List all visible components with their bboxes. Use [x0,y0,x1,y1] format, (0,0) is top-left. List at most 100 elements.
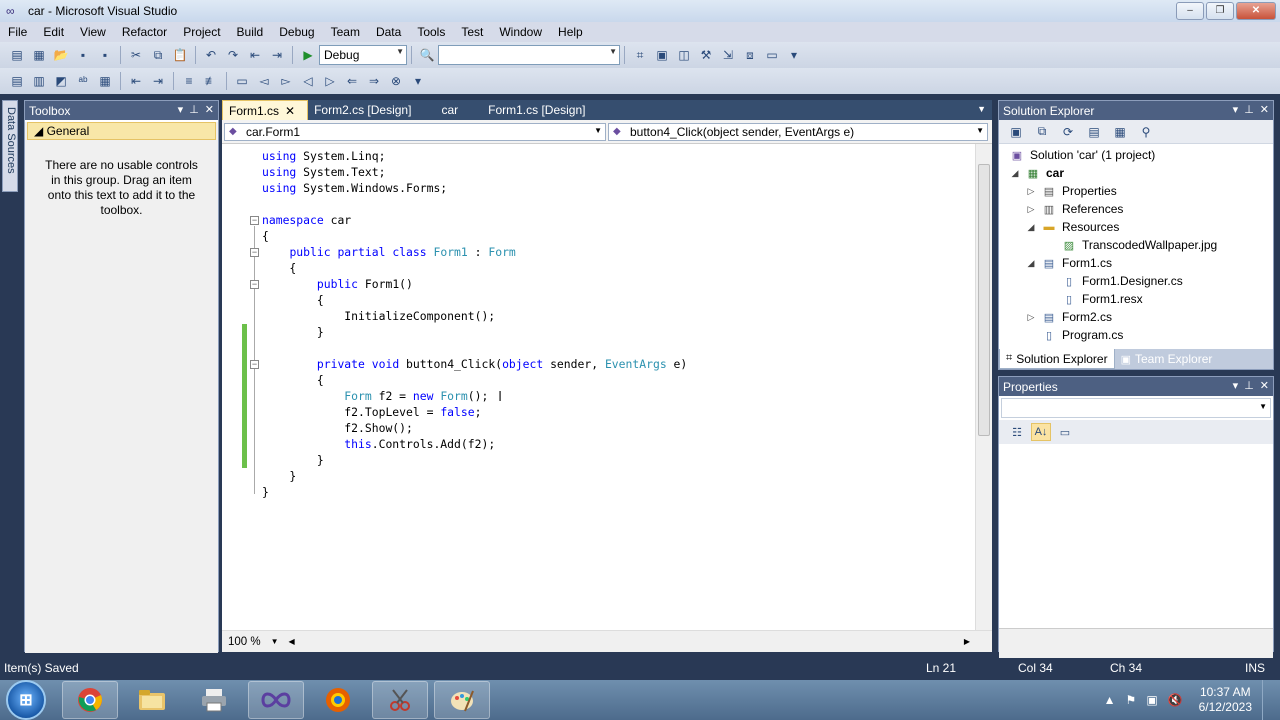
tab-car[interactable]: car [423,100,470,120]
menu-data[interactable]: Data [368,25,409,39]
find-combo[interactable]: ▼ [438,45,620,65]
display-word-completion-icon[interactable]: ᵃᵇ [72,71,94,91]
next-bookmark-in-document-icon[interactable]: ⇒ [363,71,385,91]
previous-bookmark-in-document-icon[interactable]: ⇐ [341,71,363,91]
menu-view[interactable]: View [72,25,114,39]
expand-icon[interactable]: ▷ [1025,204,1037,215]
expand-icon[interactable]: ▷ [1025,312,1037,323]
copy-icon[interactable]: ⧉ [147,45,169,65]
members-combo[interactable]: ◆ button4_Click(object sender, EventArgs… [608,122,988,141]
vertical-scrollbar[interactable] [975,144,992,630]
types-combo[interactable]: ◆ car.Form1 ▼ [224,122,606,141]
firefox-icon[interactable] [310,681,366,719]
close-icon[interactable]: ✕ [205,103,214,116]
auto-hide-pin-icon[interactable]: ⊥ [1244,103,1254,116]
navigate-backward-icon[interactable]: ⇤ [244,45,266,65]
auto-hide-pin-icon[interactable]: ⊥ [1244,379,1254,392]
toolbar-options-icon[interactable]: ▾ [407,71,429,91]
start-button[interactable]: ⊞ [6,680,46,720]
snipping-tool-icon[interactable] [372,681,428,719]
next-bookmark-in-folder-icon[interactable]: ▷ [319,71,341,91]
view-designer-icon[interactable]: ▦ [1109,122,1131,142]
cut-icon[interactable]: ✂ [125,45,147,65]
tab-form1-design[interactable]: Form1.cs [Design] [470,100,597,120]
window-position-icon[interactable]: ▾ [178,103,184,116]
save-icon[interactable]: ▪ [72,45,94,65]
toolbox-group-general[interactable]: ◢ General [27,122,216,140]
printer-icon[interactable] [186,681,242,719]
toolbar-options-icon[interactable]: ▾ [783,45,805,65]
tree-item-form1[interactable]: ◢ ▤ Form1.cs [1025,254,1112,272]
active-files-dropdown-icon[interactable]: ▼ [977,104,986,114]
display-parameter-info-icon[interactable]: ▥ [28,71,50,91]
collapse-class-icon[interactable]: − [250,248,259,257]
tab-form1-cs[interactable]: Form1.cs ✕ [222,100,309,120]
tab-solution-explorer[interactable]: ⌗ Solution Explorer [999,349,1115,369]
property-pages-icon[interactable]: ▭ [1055,423,1075,441]
object-select[interactable]: ▼ [1001,398,1271,418]
action-center-icon[interactable]: ⚑ [1126,693,1137,707]
toolbox-icon[interactable]: ⚒ [695,45,717,65]
add-item-icon[interactable]: ▦ [28,45,50,65]
comment-out-icon[interactable]: ≡ [178,71,200,91]
menu-window[interactable]: Window [491,25,550,39]
open-file-icon[interactable]: 📂 [50,45,72,65]
close-icon[interactable]: ✕ [285,104,295,118]
display-object-member-list-icon[interactable]: ▤ [6,71,28,91]
command-window-icon[interactable]: ▭ [761,45,783,65]
close-button[interactable]: ✕ [1236,2,1276,20]
view-code-icon[interactable]: ▤ [1083,122,1105,142]
solution-explorer-icon[interactable]: ⌗ [629,45,651,65]
explorer-folder-icon[interactable] [124,681,180,719]
show-desktop-button[interactable] [1262,680,1274,720]
menu-tools[interactable]: Tools [409,25,453,39]
volume-muted-icon[interactable]: 🔇 [1168,693,1183,707]
zoom-level[interactable]: 100 % [228,636,261,648]
paste-icon[interactable]: 📋 [169,45,191,65]
property-grid[interactable] [999,444,1273,629]
menu-refactor[interactable]: Refactor [114,25,175,39]
collapse-icon[interactable]: ◢ [1025,258,1037,269]
close-icon[interactable]: ✕ [1260,103,1269,116]
auto-hide-pin-icon[interactable]: ⊥ [189,103,199,116]
visual-studio-icon[interactable] [248,681,304,719]
view-class-diagram-icon[interactable]: ⚲ [1135,122,1157,142]
expand-icon[interactable]: ▷ [1025,186,1037,197]
tree-item-references[interactable]: ▷ ▥ References [1025,200,1124,218]
categorized-icon[interactable]: ☷ [1007,423,1027,441]
clear-bookmarks-icon[interactable]: ⊗ [385,71,407,91]
collapse-icon[interactable]: ◢ [1009,168,1021,179]
tree-item-form1-designer[interactable]: ▯ Form1.Designer.cs [1061,272,1183,290]
window-position-icon[interactable]: ▾ [1233,379,1239,392]
uncomment-icon[interactable]: ≢ [200,71,222,91]
properties-icon[interactable]: ▣ [1005,122,1027,142]
clock[interactable]: 10:37 AM 6/12/2023 [1199,685,1252,715]
redo-icon[interactable]: ↷ [222,45,244,65]
show-hidden-icons-icon[interactable]: ▲ [1104,693,1116,707]
tree-item-properties[interactable]: ▷ ▤ Properties [1025,182,1117,200]
start-page-icon[interactable]: ⇲ [717,45,739,65]
tree-item-program[interactable]: ▯ Program.cs [1041,326,1123,344]
menu-file[interactable]: File [0,25,35,39]
alphabetical-icon[interactable]: A↓ [1031,423,1051,441]
tab-form2-design[interactable]: Form2.cs [Design] [308,100,423,120]
previous-bookmark-icon[interactable]: ◅ [253,71,275,91]
show-all-files-icon[interactable]: ⧉ [1031,122,1053,142]
tree-item-form2[interactable]: ▷ ▤ Form2.cs [1025,308,1112,326]
toggle-intellisense-icon[interactable]: ▦ [94,71,116,91]
close-icon[interactable]: ✕ [1260,379,1269,392]
menu-test[interactable]: Test [453,25,491,39]
menu-team[interactable]: Team [323,25,368,39]
scroll-right-icon[interactable]: ▶ [964,637,970,646]
paint-icon[interactable] [434,681,490,719]
window-position-icon[interactable]: ▾ [1233,103,1239,116]
increase-indent-icon[interactable]: ⇥ [147,71,169,91]
chrome-icon[interactable] [62,681,118,719]
code-area[interactable]: − − − − using System.Linq; using System.… [222,144,992,630]
scrollbar-thumb[interactable] [978,164,990,436]
menu-edit[interactable]: Edit [35,25,72,39]
decrease-indent-icon[interactable]: ⇤ [125,71,147,91]
tree-item-resources[interactable]: ◢ ▬ Resources [1025,218,1120,236]
find-in-files-icon[interactable]: 🔍 [416,45,438,65]
undo-icon[interactable]: ↶ [200,45,222,65]
